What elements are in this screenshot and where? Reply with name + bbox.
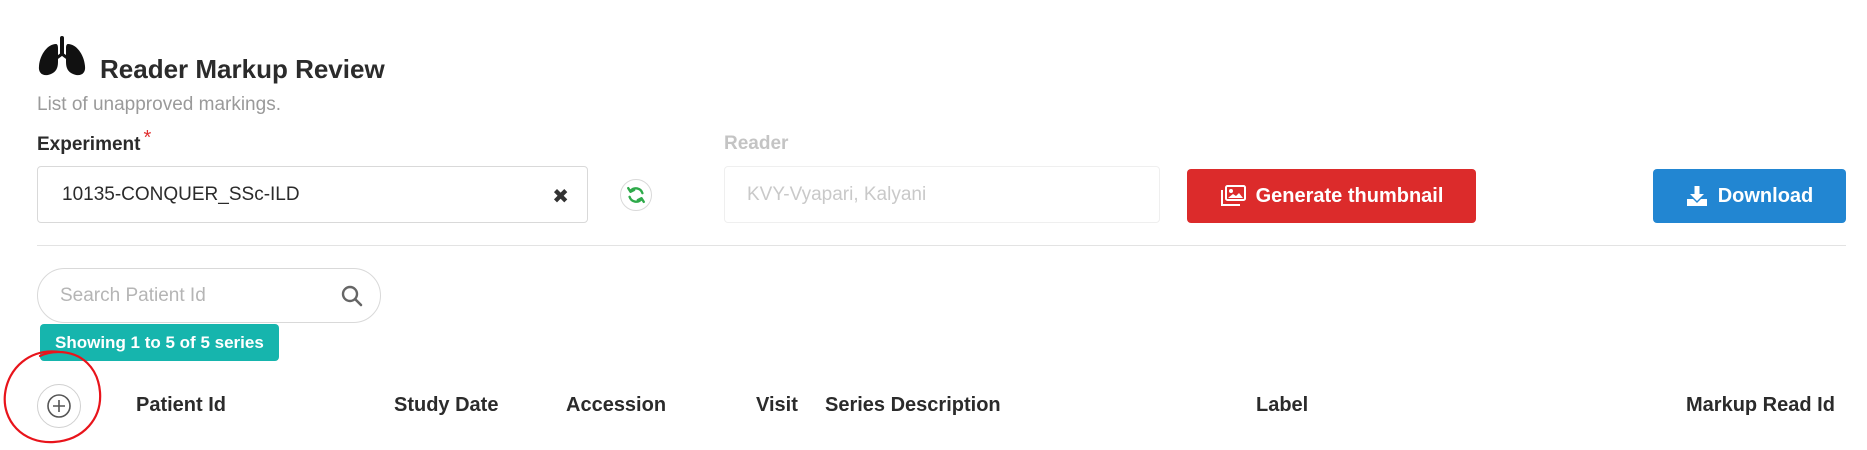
experiment-select-value: 10135-CONQUER_SSc-ILD [62, 184, 300, 205]
column-header-accession[interactable]: Accession [566, 394, 666, 417]
column-header-visit[interactable]: Visit [756, 394, 798, 417]
reader-select[interactable]: KVY-Vyapari, Kalyani [724, 166, 1160, 223]
experiment-label-text: Experiment [37, 134, 141, 155]
column-header-study-date[interactable]: Study Date [394, 394, 498, 417]
reader-select-value: KVY-Vyapari, Kalyani [747, 184, 927, 205]
plus-circle-icon [47, 394, 71, 418]
refresh-icon [627, 186, 645, 204]
page-title: Reader Markup Review [100, 54, 385, 84]
download-button[interactable]: Download [1653, 169, 1846, 223]
generate-thumbnail-button[interactable]: Generate thumbnail [1187, 169, 1476, 223]
experiment-select[interactable]: 10135-CONQUER_SSc-ILD ✖ [37, 166, 588, 223]
column-header-label[interactable]: Label [1256, 394, 1308, 417]
experiment-label: Experiment * [37, 127, 151, 156]
section-divider [37, 245, 1846, 246]
download-label: Download [1717, 184, 1814, 207]
column-header-series-description[interactable]: Series Description [825, 394, 1001, 417]
page-subtitle: List of unapproved markings. [37, 94, 281, 115]
generate-thumbnail-label: Generate thumbnail [1255, 184, 1444, 207]
column-header-patient-id[interactable]: Patient Id [136, 394, 226, 417]
reader-markup-review-page: Reader Markup Review List of unapproved … [0, 0, 1867, 450]
search-patient-input[interactable] [60, 283, 330, 309]
refresh-button[interactable] [620, 179, 652, 211]
required-marker: * [143, 127, 152, 149]
reader-label: Reader [724, 133, 789, 154]
lungs-icon [38, 36, 86, 76]
column-header-markup-read-id[interactable]: Markup Read Id [1686, 394, 1835, 417]
search-icon[interactable] [340, 284, 364, 308]
search-box [37, 268, 381, 323]
expand-all-button[interactable] [37, 384, 81, 428]
results-count-badge: Showing 1 to 5 of 5 series [40, 324, 279, 361]
images-icon [1220, 185, 1246, 206]
download-icon [1686, 186, 1707, 206]
close-icon[interactable]: ✖ [552, 184, 569, 209]
